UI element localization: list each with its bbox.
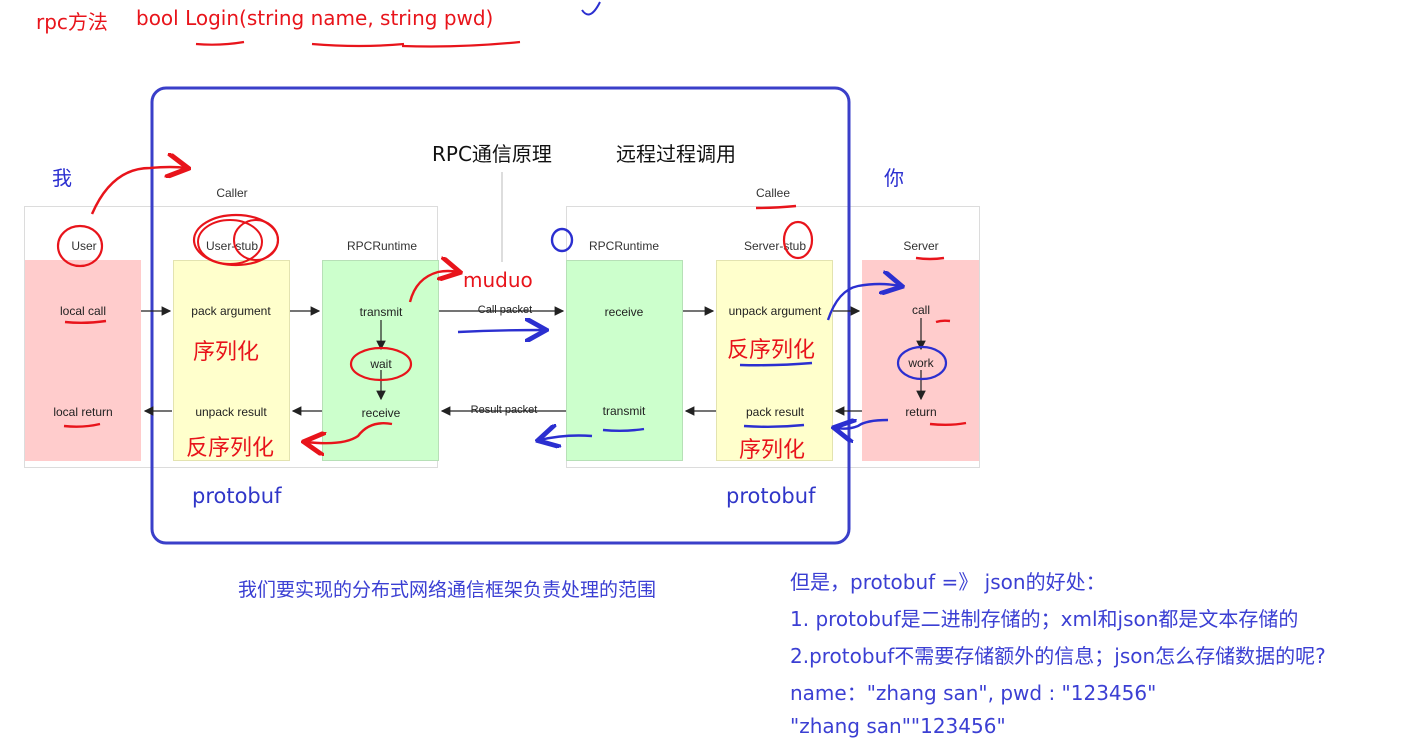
note-line-5: "zhang san""123456" [790,714,1006,738]
me-label: 我 [52,166,72,190]
serialize-right-label: 序列化 [739,438,806,463]
you-label: 你 [884,166,904,190]
muduo-label: muduo [463,268,533,292]
deserialize-left-label: 反序列化 [186,436,275,461]
scope-caption: 我们要实现的分布式网络通信框架负责处理的范围 [238,579,657,601]
note-line-2: 1. protobuf是二进制存储的；xml和json都是文本存储的 [790,607,1299,631]
serialize-left-label: 序列化 [193,340,260,365]
note-line-4: name："zhang san", pwd : "123456" [790,681,1157,705]
protobuf-right-label: protobuf [726,484,816,508]
deserialize-right-label: 反序列化 [727,338,816,363]
diagram-title: RPC通信原理 [432,142,552,166]
note-line-3: 2.protobuf不需要存储额外的信息；json怎么存储数据的呢? [790,644,1326,668]
note-line-1: 但是，protobuf =》 json的好处： [790,570,1106,594]
protobuf-left-label: protobuf [192,484,282,508]
diagram-subtitle: 远程过程调用 [616,142,736,166]
diagram-arrows-layer [56,1,967,545]
